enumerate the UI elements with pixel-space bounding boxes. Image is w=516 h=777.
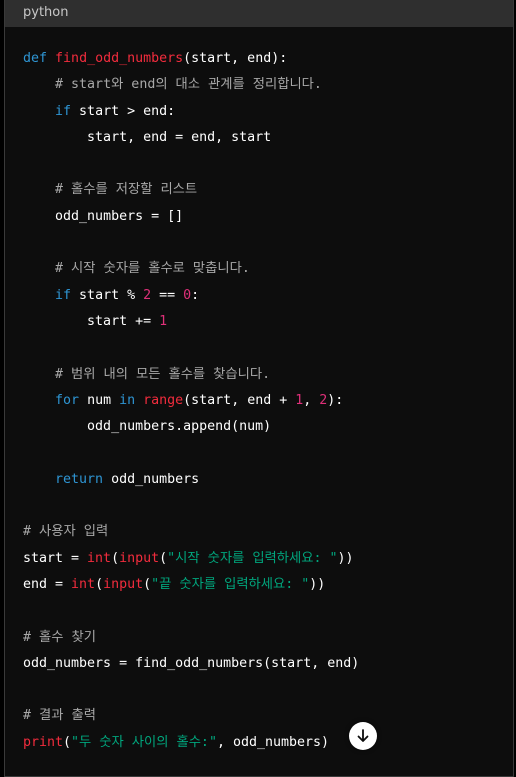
keyword-token: if: [55, 103, 72, 119]
code-line: # 시작 숫자를 홀수로 맞춥니다.: [23, 256, 359, 282]
code-block: python def find_odd_numbers(start, end):…: [4, 0, 514, 777]
code-text: ,: [303, 392, 320, 408]
number-token: 2: [143, 287, 152, 303]
string-token: "시작 숫자를 입력하세요: ": [167, 550, 338, 566]
code-language-label: python: [23, 5, 69, 20]
function-name-token: print: [23, 734, 64, 750]
code-text: num: [79, 392, 120, 408]
code-line: # 홀수를 저장할 리스트: [23, 177, 359, 203]
code-text: (: [95, 576, 104, 592]
keyword-token: in: [119, 392, 136, 408]
code-text: (: [63, 734, 72, 750]
string-token: "끝 숫자를 입력하세요: ": [151, 576, 310, 592]
code-block-header: python: [5, 0, 513, 27]
code-text: (: [111, 550, 120, 566]
code-content: def find_odd_numbers(start, end): # star…: [23, 46, 359, 756]
code-line: start += 1: [23, 309, 359, 335]
comment-token: # start와 end의 대소 관계를 정리합니다.: [55, 77, 322, 93]
number-token: 1: [159, 313, 168, 329]
code-text: odd_numbers.append(num): [87, 419, 272, 435]
code-line: start = int(input("시작 숫자를 입력하세요: ")): [23, 546, 359, 572]
code-line: # 사용자 입력: [23, 519, 359, 545]
code-text: ):: [327, 392, 344, 408]
keyword-token: if: [55, 287, 72, 303]
function-name-token: int: [71, 576, 96, 592]
function-name-token: input: [103, 576, 144, 592]
code-line: odd_numbers = []: [23, 204, 359, 230]
code-text: odd_numbers = []: [55, 208, 184, 224]
comment-token: # 결과 출력: [23, 708, 96, 724]
chat-frame: python def find_odd_numbers(start, end):…: [0, 0, 516, 777]
code-text: )): [337, 550, 354, 566]
code-text: (start, end +: [183, 392, 296, 408]
code-text: start > end:: [71, 103, 176, 119]
code-text: end =: [23, 576, 72, 592]
code-line: for num in range(start, end + 1, 2):: [23, 388, 359, 414]
code-text: ==: [151, 287, 184, 303]
code-line: odd_numbers.append(num): [23, 414, 359, 440]
function-name-token: find_odd_numbers: [55, 51, 184, 66]
code-line: # 범위 내의 모든 홀수를 찾습니다.: [23, 362, 359, 388]
code-text: (: [143, 576, 152, 592]
keyword-token: return: [55, 471, 104, 487]
code-line: return odd_numbers: [23, 467, 359, 493]
code-line: if start % 2 == 0:: [23, 283, 359, 309]
comment-token: # 시작 숫자를 홀수로 맞춥니다.: [55, 261, 250, 277]
code-text: start =: [23, 550, 88, 566]
code-line: start, end = end, start: [23, 125, 359, 151]
code-text: odd_numbers = find_odd_numbers(start, en…: [23, 655, 360, 671]
code-text: :: [191, 287, 200, 303]
code-line: # 결과 출력: [23, 703, 359, 729]
code-text: odd_numbers: [103, 471, 200, 487]
code-text: start, end = end, start: [87, 129, 272, 145]
arrow-down-icon: [357, 729, 369, 742]
comment-token: # 범위 내의 모든 홀수를 찾습니다.: [55, 366, 271, 382]
code-line: def find_odd_numbers(start, end):: [23, 46, 359, 72]
number-token: 0: [183, 287, 192, 303]
code-line: odd_numbers = find_odd_numbers(start, en…: [23, 651, 359, 677]
code-line: print("두 숫자 사이의 홀수:", odd_numbers): [23, 730, 359, 756]
keyword-token: for: [55, 392, 80, 408]
function-name-token: int: [87, 550, 112, 566]
function-name-token: range: [143, 392, 184, 408]
scroll-to-bottom-button[interactable]: [349, 722, 377, 750]
keyword-token: def: [23, 51, 48, 66]
code-line: # start와 end의 대소 관계를 정리합니다.: [23, 72, 359, 98]
function-name-token: input: [119, 550, 160, 566]
code-text: )): [309, 576, 326, 592]
code-line: if start > end:: [23, 99, 359, 125]
code-text: start %: [71, 287, 144, 303]
comment-token: # 사용자 입력: [23, 524, 109, 540]
code-text: (start, end):: [183, 51, 288, 66]
code-text: (: [159, 550, 168, 566]
string-token: "두 숫자 사이의 홀수:": [71, 734, 217, 750]
code-line: # 홀수 찾기: [23, 625, 359, 651]
code-text: , odd_numbers): [216, 734, 330, 750]
code-text: start +=: [87, 313, 160, 329]
code-line: end = int(input("끝 숫자를 입력하세요: ")): [23, 572, 359, 598]
comment-token: # 홀수를 저장할 리스트: [55, 182, 198, 198]
comment-token: # 홀수 찾기: [23, 629, 96, 645]
